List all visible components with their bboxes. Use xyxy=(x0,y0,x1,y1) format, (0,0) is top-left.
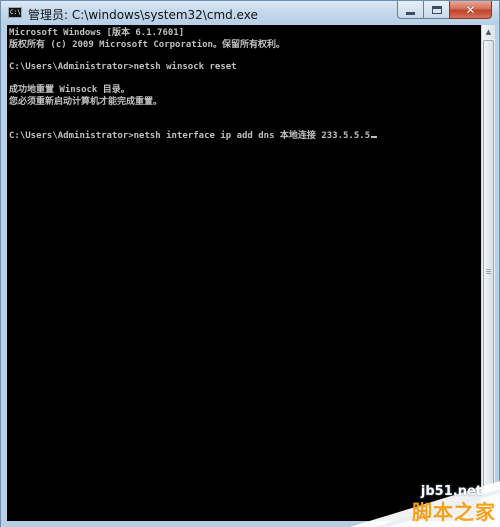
caption-buttons: ✕ xyxy=(397,1,492,20)
maximize-icon xyxy=(431,5,442,14)
scrollbar-thumb[interactable] xyxy=(483,40,494,504)
cmd-icon[interactable]: C:\ xyxy=(8,7,22,18)
title-bar[interactable]: C:\ 管理员: C:\windows\system32\cmd.exe ✕ xyxy=(1,1,499,25)
watermark-name: 脚本之家 xyxy=(412,500,496,524)
vertical-scrollbar[interactable]: ▲ ▼ xyxy=(481,25,495,521)
console-line: C:\Users\Administrator>netsh winsock res… xyxy=(9,62,237,72)
close-button[interactable]: ✕ xyxy=(449,1,492,19)
cmd-window: C:\ 管理员: C:\windows\system32\cmd.exe ✕ M… xyxy=(0,0,500,527)
scroll-up-button[interactable]: ▲ xyxy=(482,25,495,39)
watermark: jb51.net 脚本之家 xyxy=(350,481,500,527)
window-title: 管理员: C:\windows\system32\cmd.exe xyxy=(28,8,258,22)
text-cursor xyxy=(371,136,378,138)
grip-line xyxy=(486,269,491,270)
console-command: C:\Users\Administrator>netsh interface i… xyxy=(9,131,371,141)
grip-line xyxy=(486,273,491,274)
minimize-button[interactable] xyxy=(397,1,423,19)
grip-line xyxy=(486,271,491,272)
console-line: Microsoft Windows [版本 6.1.7601] xyxy=(9,28,185,38)
console-output[interactable]: Microsoft Windows [版本 6.1.7601] 版权所有 (c)… xyxy=(7,25,481,521)
console-line: 成功地重置 Winsock 目录。 xyxy=(9,85,130,95)
maximize-button[interactable] xyxy=(423,1,449,19)
console-line: 版权所有 (c) 2009 Microsoft Corporation。保留所有… xyxy=(9,40,285,50)
console-prompt-line[interactable]: C:\Users\Administrator>netsh interface i… xyxy=(9,130,378,142)
console-line: 您必须重新启动计算机才能完成重置。 xyxy=(9,97,163,107)
close-icon: ✕ xyxy=(465,2,476,17)
arrow-up-icon: ▲ xyxy=(485,28,492,36)
minimize-icon xyxy=(406,11,415,15)
